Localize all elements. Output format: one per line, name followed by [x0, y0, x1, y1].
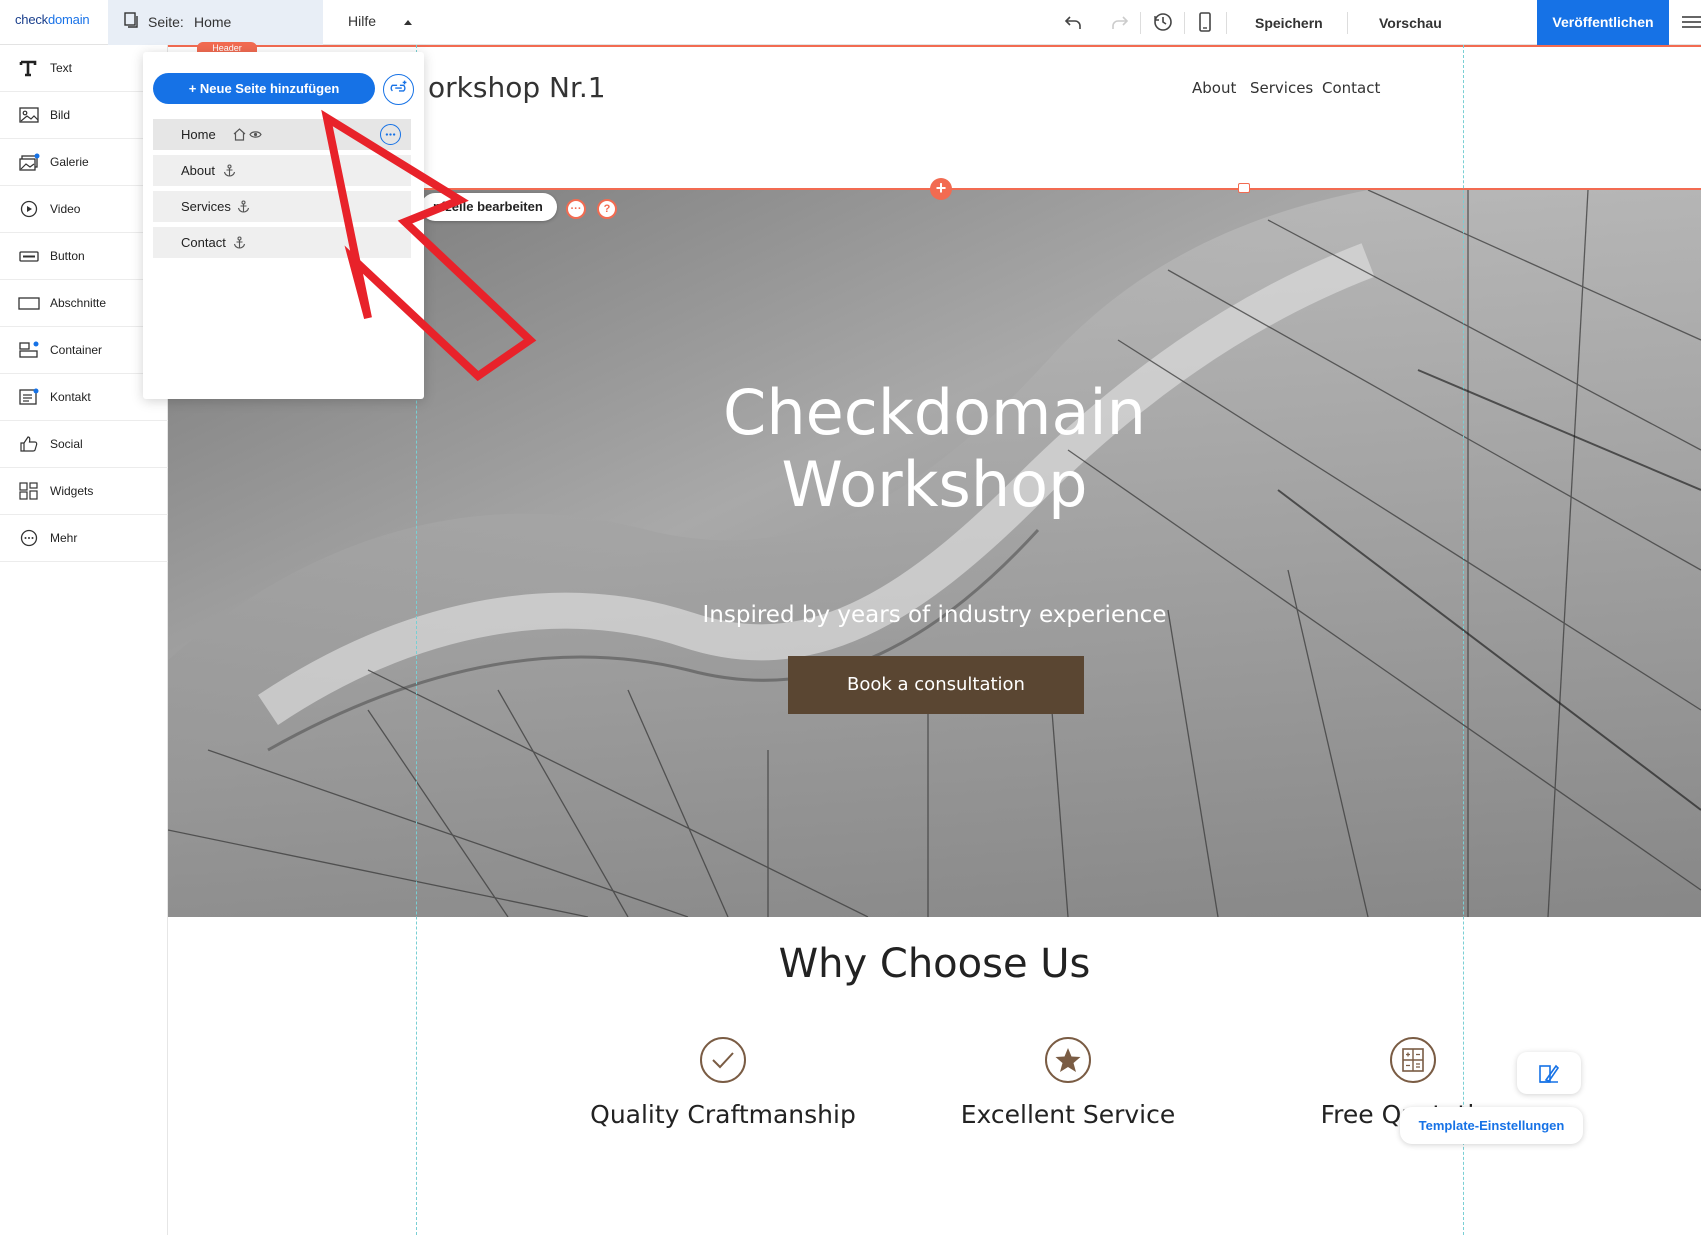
section-handle-icon[interactable] — [1238, 183, 1250, 193]
hero-subtitle[interactable]: Inspired by years of industry experience — [168, 602, 1701, 628]
page-item-services[interactable]: Services — [153, 191, 411, 222]
page-item-label: Contact — [181, 235, 226, 250]
tool-more[interactable]: Mehr — [0, 515, 168, 562]
help-menu[interactable]: Hilfe — [348, 13, 376, 29]
toolbar-divider — [1226, 12, 1227, 34]
feature-label: Quality Craftmanship — [590, 1100, 856, 1129]
design-settings-button[interactable] — [1517, 1052, 1581, 1094]
tool-label: Social — [50, 437, 83, 451]
page-item-about[interactable]: About — [153, 155, 411, 186]
why-choose-us-heading[interactable]: Why Choose Us — [168, 941, 1701, 987]
header-help-button[interactable]: ? — [597, 199, 617, 219]
nav-link-about[interactable]: About — [1192, 79, 1236, 97]
image-icon — [19, 107, 39, 123]
page-icon — [124, 12, 138, 28]
button-icon — [19, 251, 39, 262]
star-circle-icon — [1045, 1037, 1091, 1083]
add-link-icon[interactable] — [383, 74, 414, 105]
hero-title-line2[interactable]: Workshop — [168, 446, 1701, 524]
menu-icon[interactable] — [1680, 14, 1701, 30]
home-icon — [233, 128, 246, 141]
thumbs-up-icon — [20, 436, 38, 452]
video-icon — [20, 200, 38, 218]
tool-label: Abschnitte — [50, 296, 107, 310]
tool-social[interactable]: Social — [0, 421, 168, 468]
page-selector-prefix: Seite: — [148, 14, 184, 30]
anchor-icon — [233, 236, 246, 249]
section-icon — [18, 297, 40, 310]
checkmark-circle-icon — [700, 1037, 746, 1083]
feature-label: Excellent Service — [960, 1100, 1176, 1129]
mobile-view-icon[interactable] — [1194, 11, 1216, 33]
caret-up-icon — [404, 20, 412, 25]
save-button[interactable]: Speichern — [1255, 15, 1323, 31]
toolbar-divider — [1347, 12, 1348, 34]
page-selector-current: Home — [194, 14, 232, 30]
nav-link-contact[interactable]: Contact — [1322, 79, 1380, 97]
anchor-icon — [223, 164, 236, 177]
toolbar-divider — [1184, 12, 1185, 34]
calculator-circle-icon — [1390, 1037, 1436, 1083]
pages-dropdown-panel: + Neue Seite hinzufügen Home About Servi… — [143, 52, 424, 399]
content-guide-right — [1463, 45, 1464, 1235]
page-item-contact[interactable]: Contact — [153, 227, 411, 258]
tool-label: Bild — [50, 108, 71, 122]
anchor-icon — [237, 200, 250, 213]
undo-icon[interactable] — [1063, 11, 1085, 33]
contact-icon — [19, 388, 39, 405]
edit-header-button[interactable]: pfzeile bearbeiten — [421, 193, 557, 221]
editor-root: checkdomain Seite: Home Hilfe Speichern … — [0, 0, 1701, 1235]
palette-brush-icon — [1539, 1064, 1560, 1083]
page-selector[interactable]: Seite: Home — [108, 0, 412, 45]
page-item-label: Services — [181, 199, 231, 214]
add-new-page-button[interactable]: + Neue Seite hinzufügen — [153, 73, 375, 104]
nav-link-services[interactable]: Services — [1250, 79, 1313, 97]
page-item-label: About — [181, 163, 215, 178]
tool-label: Galerie — [50, 155, 89, 169]
gallery-icon — [19, 153, 40, 171]
toolbar-divider — [1140, 12, 1141, 34]
page-item-label: Home — [181, 127, 216, 142]
add-section-plus-icon[interactable]: + — [930, 178, 952, 200]
tool-label: Button — [50, 249, 85, 263]
page-item-home[interactable]: Home — [153, 119, 411, 150]
preview-button[interactable]: Vorschau — [1379, 15, 1442, 31]
app-logo[interactable]: checkdomain — [15, 12, 90, 27]
tool-label: Video — [50, 202, 81, 216]
history-icon[interactable] — [1152, 11, 1174, 33]
page-options-icon[interactable] — [380, 124, 401, 145]
site-title[interactable]: orkshop Nr.1 — [428, 71, 606, 104]
template-settings-button[interactable]: Template-Einstellungen — [1400, 1107, 1583, 1144]
more-icon — [20, 529, 38, 547]
redo-icon[interactable] — [1108, 11, 1130, 33]
tool-label: Kontakt — [50, 390, 91, 404]
tool-label: Text — [50, 61, 73, 75]
top-bar: checkdomain Seite: Home Hilfe Speichern … — [0, 0, 1701, 45]
header-more-options-button[interactable]: ··· — [566, 199, 586, 219]
container-icon — [19, 341, 39, 358]
tool-label: Container — [50, 343, 103, 357]
tool-label: Widgets — [50, 484, 94, 498]
book-consultation-button[interactable]: Book a consultation — [788, 656, 1084, 714]
widgets-icon — [19, 482, 38, 500]
text-icon — [19, 60, 37, 77]
tool-label: Mehr — [50, 531, 78, 545]
publish-button[interactable]: Veröffentlichen — [1537, 0, 1669, 45]
eye-icon — [249, 131, 262, 138]
tool-widgets[interactable]: Widgets — [0, 468, 168, 515]
